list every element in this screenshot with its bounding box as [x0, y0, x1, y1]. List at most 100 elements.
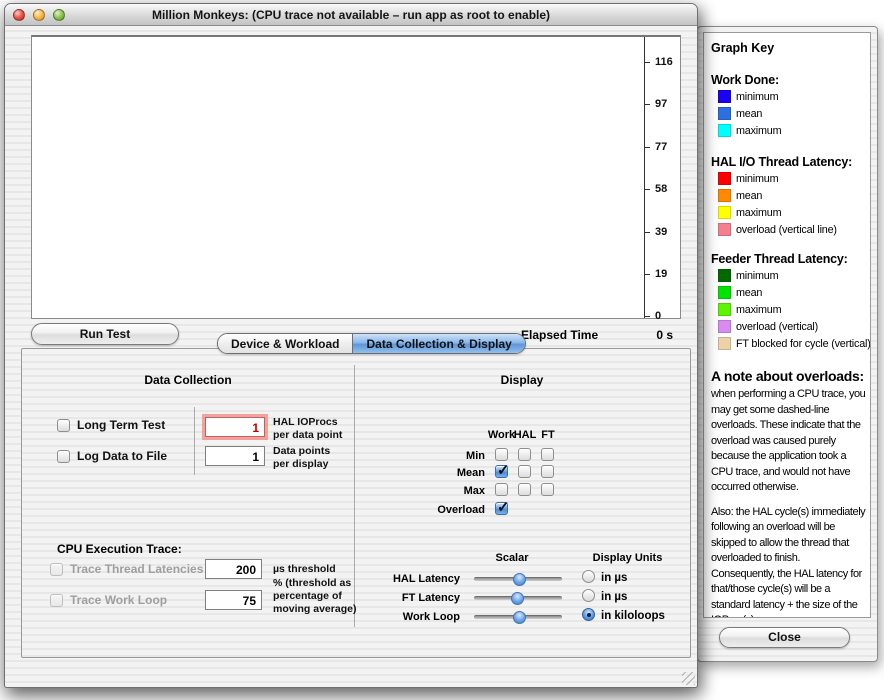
work-loop-slider[interactable]: [474, 615, 562, 619]
data-points-field-label: Data points per display: [273, 445, 330, 471]
hal-latency-heading: HAL I/O Thread Latency:: [711, 155, 868, 170]
log-data-to-file-label: Log Data to File: [77, 449, 167, 463]
window-title: Million Monkeys: (CPU trace not availabl…: [5, 4, 697, 26]
graph-key-box: Graph Key Work Done: minimum mean maximu…: [703, 32, 871, 618]
overloads-note-paragraph-2: Also: the HAL cycle(s) immediately follo…: [711, 505, 866, 619]
data-points-field[interactable]: 1: [205, 446, 265, 466]
tab-pane: Data Collection Display Long Term Test L…: [21, 348, 691, 658]
hal-mean-swatch: [718, 189, 731, 202]
elapsed-time-value: 0 s: [617, 328, 673, 342]
work-done-heading: Work Done:: [711, 73, 868, 88]
trace-work-loop-label: Trace Work Loop: [70, 593, 167, 607]
hal-latency-slider-label: HAL Latency: [370, 573, 460, 585]
work-mean-swatch: [718, 107, 731, 120]
window-controls: [13, 9, 65, 21]
hal-ioprocs-field[interactable]: 1: [205, 417, 265, 437]
matrix-row-max-label: Max: [395, 485, 485, 497]
resize-grip[interactable]: [682, 672, 695, 685]
y-axis-tick: [644, 147, 650, 148]
threshold-pct-field[interactable]: 75: [205, 590, 262, 610]
title-bar[interactable]: Million Monkeys: (CPU trace not availabl…: [5, 4, 697, 26]
graph-plot-area: 116 97 77 58 39 19 0: [31, 35, 681, 319]
threshold-us-field[interactable]: 200: [205, 559, 262, 579]
long-term-test-checkbox-row[interactable]: Long Term Test: [57, 418, 165, 432]
work-loop-kiloloops-radio-label[interactable]: in kiloloops: [601, 610, 665, 622]
threshold-us-unit-label: µs threshold: [273, 563, 336, 576]
mean-hal-checkbox[interactable]: [518, 465, 531, 478]
max-ft-checkbox[interactable]: [541, 483, 554, 496]
trace-thread-latencies-label: Trace Thread Latencies: [70, 562, 203, 576]
legend-item: mean: [718, 284, 868, 301]
hal-latency-us-radio-label[interactable]: in µs: [601, 572, 627, 584]
ft-min-swatch: [718, 269, 731, 282]
display-units-heading: Display Units: [580, 552, 675, 564]
y-axis-tick: [644, 316, 650, 317]
long-term-test-checkbox[interactable]: [57, 419, 70, 432]
overload-work-checkbox[interactable]: [495, 502, 508, 515]
ft-mean-swatch: [718, 286, 731, 299]
tab-data-collection-and-display[interactable]: Data Collection & Display: [353, 334, 524, 353]
hal-latency-us-radio[interactable]: [582, 570, 595, 583]
desktop: { "window": { "title": "Million Monkeys:…: [0, 0, 884, 700]
overloads-note-paragraph-1: when performing a CPU trace, you may get…: [711, 387, 866, 496]
matrix-row-mean-label: Mean: [395, 467, 485, 479]
work-min-swatch: [718, 90, 731, 103]
y-axis: [644, 37, 645, 318]
feeder-latency-heading: Feeder Thread Latency:: [711, 252, 868, 267]
trace-thread-latencies-checkbox: [50, 563, 63, 576]
long-term-test-label: Long Term Test: [77, 418, 165, 432]
main-window: Million Monkeys: (CPU trace not availabl…: [4, 3, 698, 688]
log-data-to-file-checkbox-row[interactable]: Log Data to File: [57, 449, 167, 463]
graph-key-panel: Graph Key Work Done: minimum mean maximu…: [697, 26, 878, 662]
ft-latency-slider[interactable]: [474, 596, 562, 600]
mean-ft-checkbox[interactable]: [541, 465, 554, 478]
run-test-button[interactable]: Run Test: [31, 323, 179, 345]
y-axis-tick: [644, 62, 650, 63]
max-hal-checkbox[interactable]: [518, 483, 531, 496]
hal-overload-swatch: [718, 223, 731, 236]
hal-latency-slider-thumb[interactable]: [513, 573, 526, 586]
legend-item: maximum: [718, 122, 868, 139]
close-window-icon[interactable]: [13, 9, 25, 21]
graph-key-title: Graph Key: [711, 41, 868, 56]
ft-latency-slider-label: FT Latency: [370, 592, 460, 604]
matrix-col-ft: FT: [537, 429, 559, 441]
y-axis-tick: [644, 189, 650, 190]
trace-work-loop-checkbox: [50, 594, 63, 607]
y-axis-label: 58: [655, 183, 685, 195]
y-axis-label: 39: [655, 226, 685, 238]
overloads-note-title: A note about overloads:: [711, 368, 868, 384]
close-button[interactable]: Close: [719, 627, 850, 648]
ft-max-swatch: [718, 303, 731, 316]
display-heading: Display: [355, 373, 689, 387]
log-data-to-file-checkbox[interactable]: [57, 450, 70, 463]
y-axis-label: 97: [655, 98, 685, 110]
minimize-window-icon[interactable]: [33, 9, 45, 21]
y-axis-tick: [644, 232, 650, 233]
legend-item: maximum: [718, 301, 868, 318]
elapsed-time-label: Elapsed Time: [521, 328, 598, 342]
matrix-row-overload-label: Overload: [395, 504, 485, 516]
y-axis-label: 19: [655, 268, 685, 280]
work-loop-kiloloops-radio[interactable]: [582, 608, 595, 621]
matrix-row-min-label: Min: [395, 450, 485, 462]
legend-item: maximum: [718, 204, 868, 221]
ft-latency-slider-thumb[interactable]: [511, 592, 524, 605]
ft-overload-swatch: [718, 320, 731, 333]
min-hal-checkbox[interactable]: [518, 448, 531, 461]
mean-work-checkbox[interactable]: [495, 465, 508, 478]
min-work-checkbox[interactable]: [495, 448, 508, 461]
work-loop-slider-thumb[interactable]: [513, 611, 526, 624]
hal-latency-slider[interactable]: [474, 577, 562, 581]
zoom-window-icon[interactable]: [53, 9, 65, 21]
legend-item: minimum: [718, 88, 868, 105]
max-work-checkbox[interactable]: [495, 483, 508, 496]
ft-latency-us-radio-label[interactable]: in µs: [601, 591, 627, 603]
legend-item: mean: [718, 105, 868, 122]
y-axis-label: 77: [655, 141, 685, 153]
threshold-pct-unit-label: % (threshold as percentage of moving ave…: [273, 577, 356, 616]
min-ft-checkbox[interactable]: [541, 448, 554, 461]
ft-latency-us-radio[interactable]: [582, 589, 595, 602]
tab-device-and-workload[interactable]: Device & Workload: [218, 334, 353, 353]
legend-item: minimum: [718, 267, 868, 284]
